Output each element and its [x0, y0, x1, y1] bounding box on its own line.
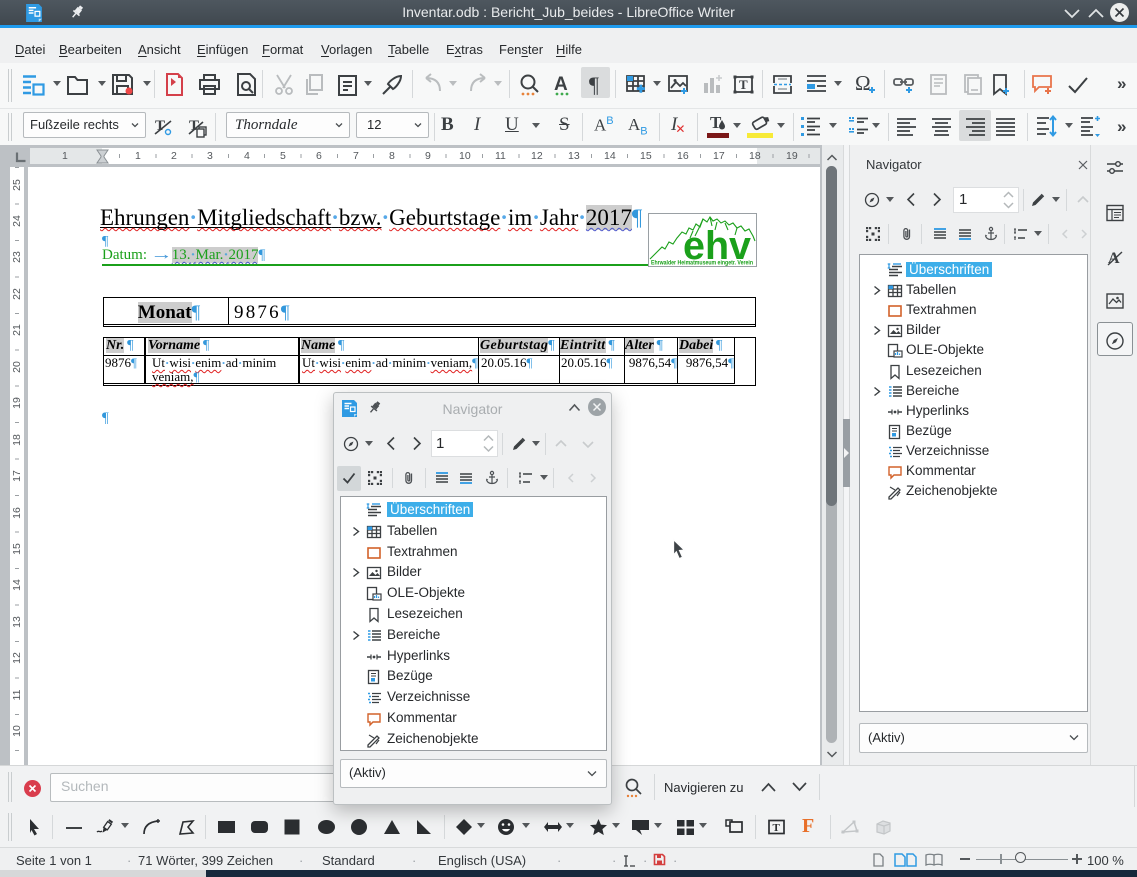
svg-text:Ehrwalder Heimatmuseum eingetr: Ehrwalder Heimatmuseum eingetr. Verein	[651, 260, 753, 267]
svg-text:¶: ¶	[589, 73, 599, 96]
svg-text:T: T	[155, 118, 165, 134]
svg-text:T: T	[739, 77, 748, 92]
svg-text:Ω: Ω	[855, 72, 871, 95]
svg-text:T: T	[773, 822, 781, 834]
svg-text:A: A	[554, 74, 568, 95]
